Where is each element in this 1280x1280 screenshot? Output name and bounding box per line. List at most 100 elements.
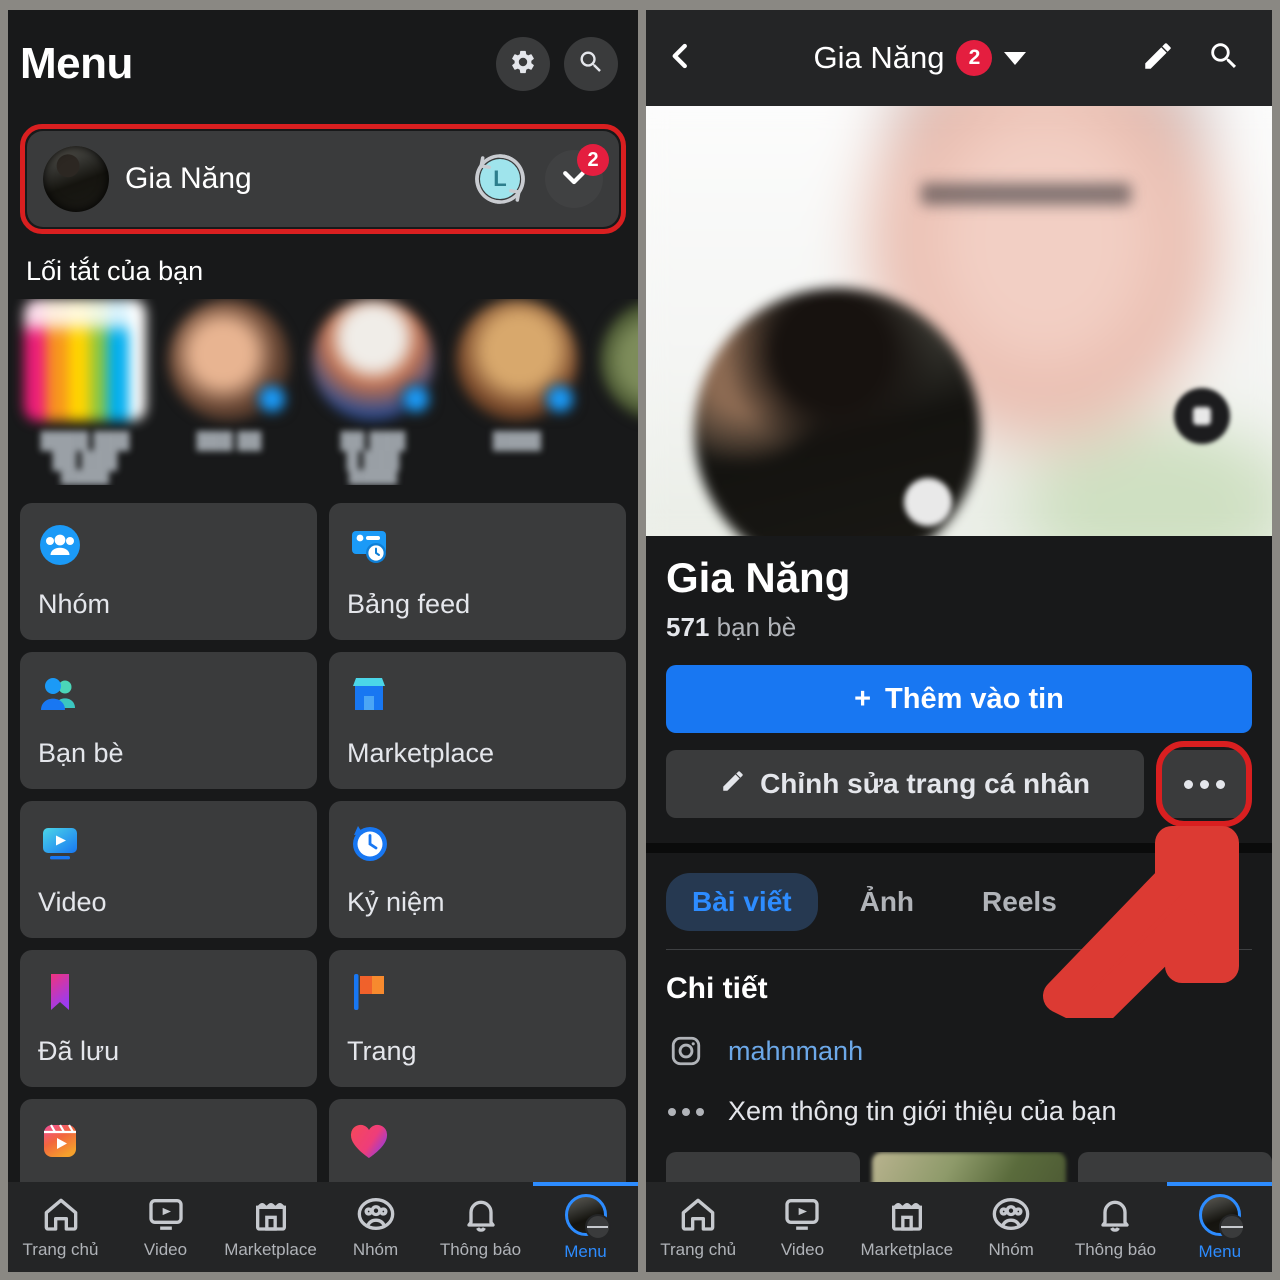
menu-tile-label: Marketplace [347,738,495,768]
pencil-icon [1141,39,1175,78]
shortcut-item[interactable]: ██ [600,299,638,485]
menu-tile-label: Đã lưu [38,1036,120,1066]
shortcut-badge-icon [544,383,576,415]
menu-tile-saved[interactable]: Đã lưu [20,950,317,1087]
pencil-icon [720,768,746,801]
hamburger-icon [1218,1214,1245,1240]
shortcut-label: ██ [600,431,638,485]
shortcut-label: ████ [492,431,542,450]
cover-photo[interactable] [646,106,1272,536]
avatar [43,146,109,212]
nav-tab-label: Marketplace [224,1240,317,1259]
nav-tab-marketplace[interactable]: Marketplace [218,1194,323,1260]
shortcut-thumbnail [168,299,290,421]
saved-bookmark-icon [51,974,69,1010]
avatar-frame-badge[interactable]: L [471,150,529,208]
account-switch-row[interactable]: Gia Năng L 2 [27,131,619,227]
profile-screen: Gia Năng 2 Gia Năng 571 bạn bè + Thêm và… [646,10,1272,1272]
video-icon [148,1199,183,1230]
menu-tiles-grid: Nhóm Bảng feed Bạn bè Marketplace Video … [8,485,638,1236]
caret-down-icon [1004,51,1027,65]
nav-tab-groups[interactable]: Nhóm [959,1194,1063,1260]
search-button[interactable] [564,37,618,91]
marketplace-icon [353,678,385,710]
profile-row-highlight: Gia Năng L 2 [20,124,626,234]
pages-flag-icon [354,974,384,1010]
menu-tile-label: Trang [347,1036,417,1066]
instagram-icon [666,1034,706,1068]
profile-action-row: Chỉnh sửa trang cá nhân [666,741,1252,827]
shortcut-label: ██ ███ █ ███ ████ [340,431,406,485]
search-icon [577,48,605,81]
nav-tab-menu[interactable]: Menu [1168,1194,1272,1262]
gear-icon [509,48,537,81]
menu-tile-label: Bảng feed [347,589,471,619]
menu-tile-feeds[interactable]: Bảng feed [329,503,626,640]
menu-tile-groups[interactable]: Nhóm [20,503,317,640]
shortcut-label: ████ ███ ██ ███ ████ [40,431,130,485]
edit-profile-label: Chỉnh sửa trang cá nhân [760,768,1090,799]
tab-posts[interactable]: Bài viết [666,873,818,931]
back-button[interactable] [666,39,710,78]
nav-tab-home[interactable]: Trang chủ [8,1194,113,1260]
shortcut-item[interactable]: ████ [456,299,578,485]
menu-tile-video[interactable]: Video [20,801,317,938]
profile-topbar: Gia Năng 2 [646,10,1272,106]
shortcuts-list[interactable]: ████ ███ ██ ███ ████ ███ ██ ██ ███ █ ███ ███… [8,299,638,485]
profile-info: Gia Năng 571 bạn bè + Thêm vào tin Chỉnh… [646,536,1272,827]
shortcut-badge-icon [256,383,288,415]
edit-avatar-button[interactable] [904,478,952,526]
shortcut-item[interactable]: ██ ███ █ ███ ████ [312,299,434,485]
refresh-ring-icon [475,154,525,204]
friends-label: bạn bè [716,612,797,642]
nav-tab-notifications[interactable]: Thông báo [428,1194,533,1260]
edit-profile-button[interactable]: Chỉnh sửa trang cá nhân [666,750,1144,818]
expand-accounts-button[interactable]: 2 [545,144,609,208]
menu-tile-marketplace[interactable]: Marketplace [329,652,626,789]
detail-row-about[interactable]: Xem thông tin giới thiệu của bạn [666,1096,1252,1127]
memories-icon [353,826,387,861]
nav-tab-home[interactable]: Trang chủ [646,1194,750,1260]
photo-preview-strip[interactable] [666,1152,1272,1182]
menu-tile-pages[interactable]: Trang [329,950,626,1087]
edit-cover-button[interactable] [1174,388,1230,444]
details-section: Chi tiết mahnmanh Xem thông tin giới thi… [646,950,1272,1127]
tab-reels[interactable]: Reels [956,873,1083,931]
profile-menu-avatar [1198,1194,1245,1240]
menu-tile-memories[interactable]: Kỷ niệm [329,801,626,938]
nav-tab-video[interactable]: Video [113,1194,218,1260]
nav-tab-label: Marketplace [860,1240,954,1259]
profile-title-group[interactable]: Gia Năng 2 [720,40,1120,76]
add-to-story-label: Thêm vào tin [885,682,1064,715]
shortcut-item[interactable]: ███ ██ [168,299,290,485]
plus-icon: + [854,682,872,715]
tab-photos[interactable]: Ảnh [834,873,940,931]
friends-count: 571 [666,612,710,642]
photo-thumb[interactable] [1078,1152,1272,1182]
friends-count-row[interactable]: 571 bạn bè [666,612,1252,643]
photo-thumb[interactable] [872,1152,1066,1182]
detail-row-instagram[interactable]: mahnmanh [666,1034,1252,1068]
nav-tab-label: Trang chủ [660,1240,737,1259]
home-icon [681,1198,715,1231]
add-to-story-button[interactable]: + Thêm vào tin [666,665,1252,733]
nav-tab-video[interactable]: Video [750,1194,854,1260]
menu-tile-friends[interactable]: Bạn bè [20,652,317,789]
photo-thumb[interactable] [666,1152,860,1182]
menu-tile-label: Kỷ niệm [347,887,445,917]
groups-icon [40,525,80,565]
search-button[interactable] [1196,39,1252,78]
active-tab-indicator [533,1182,638,1186]
edit-button[interactable] [1130,39,1186,78]
friends-icon [41,678,75,710]
nav-tab-groups[interactable]: Nhóm [323,1194,428,1260]
nav-tab-menu[interactable]: Menu [533,1194,638,1262]
nav-tab-notifications[interactable]: Thông báo [1063,1194,1167,1260]
shortcut-item[interactable]: ████ ███ ██ ███ ████ [24,299,146,485]
shortcut-badge-icon [400,383,432,415]
menu-header: Menu [8,10,638,110]
settings-button[interactable] [496,37,550,91]
nav-tab-marketplace[interactable]: Marketplace [855,1194,959,1260]
marketplace-icon [891,1202,922,1231]
feeds-icon [352,531,386,563]
